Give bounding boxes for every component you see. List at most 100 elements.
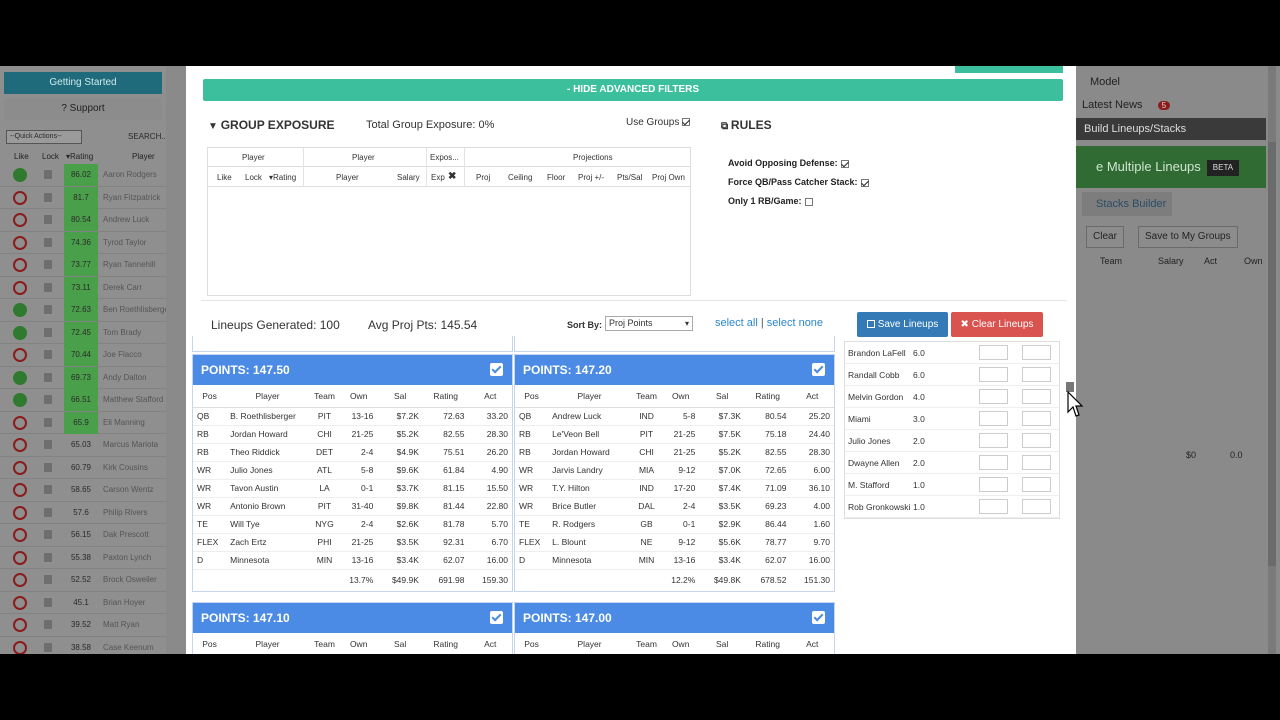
min-exposure-input[interactable] <box>979 499 1008 514</box>
save-lineups-button[interactable]: Save Lineups <box>857 312 948 337</box>
min-exposure-input[interactable] <box>979 455 1008 470</box>
max-exposure-input[interactable] <box>1022 455 1051 470</box>
lineup-col-header[interactable]: Rating <box>744 633 791 654</box>
min-exposure-input[interactable] <box>979 345 1008 360</box>
min-exposure-input[interactable] <box>979 433 1008 448</box>
min-exposure-input[interactable] <box>979 411 1008 426</box>
max-exposure-input[interactable] <box>1022 499 1051 514</box>
one-rb-checkbox[interactable] <box>804 197 813 206</box>
player-exposure-panel: Brandon LaFell 6.0 Randall Cobb 6.0 Melvin G… <box>844 341 1060 519</box>
lineup-col-header[interactable]: Player <box>548 633 631 654</box>
modal-scrollbar[interactable] <box>1066 66 1074 654</box>
lineup-col-header[interactable]: Own <box>662 633 700 654</box>
lineup-cell: 62.07 <box>744 551 791 570</box>
ge-proj-diff[interactable]: Proj +/- <box>578 173 604 182</box>
lineup-select-checkbox[interactable] <box>490 611 503 624</box>
lineup-col-header[interactable]: Sal <box>699 633 745 654</box>
min-exposure-input[interactable] <box>979 389 1008 404</box>
dislike-icon <box>13 213 27 227</box>
lineup-cell: L. Blount <box>548 533 631 552</box>
ge-like[interactable]: Like <box>217 173 232 182</box>
row-rating: 56.15 <box>70 530 92 539</box>
lineup-col-header[interactable]: Pos <box>515 385 549 408</box>
lineup-col-header[interactable]: Team <box>308 633 341 654</box>
avoid-defense-checkbox[interactable] <box>840 159 849 168</box>
lineup-col-header[interactable]: Own <box>340 633 378 654</box>
lineup-cell: $7.2K <box>377 407 423 426</box>
ge-proj-own[interactable]: Proj Own <box>652 173 685 182</box>
col-own: Own <box>1244 256 1263 266</box>
ge-proj[interactable]: Proj <box>476 173 490 182</box>
lineup-row: FLEX Zach Ertz PHI 21-25 $3.5K 92.31 6.70 <box>193 533 512 552</box>
rule-one-rb[interactable]: Only 1 RB/Game: <box>728 196 813 206</box>
lineup-cell: CHI <box>630 443 663 462</box>
lineup-row: QB B. Roethlisberger PIT 13-16 $7.2K 72.63 33.… <box>193 407 512 426</box>
use-groups-toggle[interactable]: Use Groups <box>626 117 691 128</box>
ge-rating[interactable]: ▾Rating <box>269 173 296 182</box>
sort-by-select[interactable]: Proj Points <box>605 316 693 331</box>
max-exposure-input[interactable] <box>1022 389 1051 404</box>
ge-salary[interactable]: Salary <box>397 173 420 182</box>
lineup-total: 13.7% <box>349 575 374 586</box>
lineup-col-header[interactable]: Rating <box>422 633 469 654</box>
lineup-col-header[interactable]: Pos <box>515 633 549 654</box>
max-exposure-input[interactable] <box>1022 411 1051 426</box>
lineup-col-header[interactable]: Act <box>790 385 834 408</box>
rule-force-stack[interactable]: Force QB/Pass Catcher Stack: <box>728 177 869 187</box>
lineup-col-header[interactable]: Team <box>308 385 341 408</box>
lineup-col-header[interactable]: Own <box>340 385 378 408</box>
clear-lineups-button[interactable]: ✖ Clear Lineups <box>951 312 1043 337</box>
close-icon[interactable]: ✖ <box>448 171 456 182</box>
lineup-cell: QB <box>515 407 549 426</box>
lineup-cell: 92.31 <box>422 533 469 552</box>
lineup-col-header[interactable]: Act <box>468 385 512 408</box>
ge-floor[interactable]: Floor <box>547 173 565 182</box>
max-exposure-input[interactable] <box>1022 367 1051 382</box>
ge-lock[interactable]: Lock <box>245 173 262 182</box>
lineup-cell: 62.07 <box>422 551 469 570</box>
lineup-col-header[interactable]: Player <box>548 385 631 408</box>
ge-exp[interactable]: Exp <box>431 173 445 182</box>
ge-player[interactable]: Player <box>336 173 359 182</box>
lineup-cell: DAL <box>630 497 663 516</box>
lineup-cell: RB <box>193 425 227 444</box>
lineup-col-header[interactable]: Sal <box>699 385 745 408</box>
lineup-select-checkbox[interactable] <box>812 363 825 376</box>
hide-advanced-filters-button[interactable]: - HIDE ADVANCED FILTERS <box>203 79 1063 101</box>
ge-header-row-1: Player Player Expos... Projections <box>208 148 690 167</box>
lineup-col-header[interactable]: Rating <box>422 385 469 408</box>
rule-avoid-defense[interactable]: Avoid Opposing Defense: <box>728 158 849 168</box>
ge-pts-sal[interactable]: Pts/Sal <box>617 173 642 182</box>
select-none-link[interactable]: select none <box>767 317 823 329</box>
row-rating: 66.51 <box>64 389 98 411</box>
lineup-col-header[interactable]: Team <box>630 633 663 654</box>
lineup-col-header[interactable]: Sal <box>377 633 423 654</box>
top-green-button[interactable] <box>955 66 1063 73</box>
dislike-icon <box>13 618 27 632</box>
rules-label: RULES <box>730 118 772 132</box>
select-all-link[interactable]: select all <box>715 317 758 329</box>
max-exposure-input[interactable] <box>1022 477 1051 492</box>
lineup-col-header[interactable]: Team <box>630 385 663 408</box>
lineup-col-header[interactable]: Own <box>662 385 700 408</box>
lineup-col-header[interactable]: Player <box>226 385 309 408</box>
ge-ceiling[interactable]: Ceiling <box>508 173 532 182</box>
min-exposure-input[interactable] <box>979 477 1008 492</box>
lineup-col-header[interactable]: Act <box>468 633 512 654</box>
lineup-col-header[interactable]: Rating <box>744 385 791 408</box>
lineup-col-header[interactable]: Pos <box>193 385 227 408</box>
use-groups-checkbox[interactable] <box>682 118 691 127</box>
force-stack-checkbox[interactable] <box>860 178 869 187</box>
lineup-col-header[interactable]: Sal <box>377 385 423 408</box>
lineup-col-header[interactable]: Act <box>790 633 834 654</box>
lineup-select-checkbox[interactable] <box>490 363 503 376</box>
lineup-cell: 0-1 <box>340 479 378 498</box>
max-exposure-input[interactable] <box>1022 433 1051 448</box>
max-exposure-input[interactable] <box>1022 345 1051 360</box>
lineup-select-checkbox[interactable] <box>812 611 825 624</box>
lineup-col-header[interactable]: Player <box>226 633 309 654</box>
exposure-row: Dwayne Allen 2.0 <box>845 452 1059 474</box>
min-exposure-input[interactable] <box>979 367 1008 382</box>
lineup-col-header[interactable]: Pos <box>193 633 227 654</box>
lineup-cell: 26.20 <box>468 443 512 462</box>
